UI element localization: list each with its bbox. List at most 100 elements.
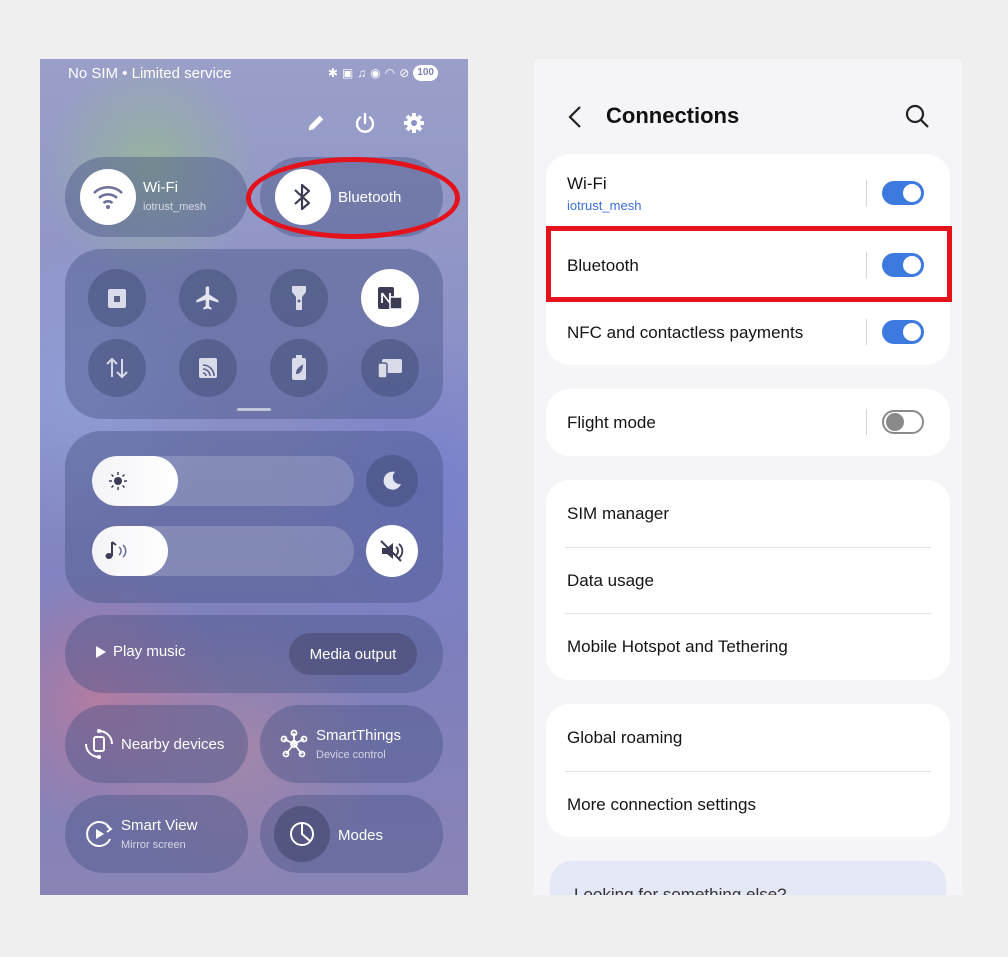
location-icon: ◉: [370, 66, 381, 80]
smart-view-icon: [86, 821, 113, 847]
wifi-row[interactable]: Wi-Fi iotrust_mesh: [546, 154, 950, 224]
sim-data-card: SIM manager Data usage Mobile Hotspot an…: [546, 480, 950, 680]
wifi-tile-subtitle: iotrust_mesh: [143, 201, 206, 213]
play-music-button[interactable]: Play music: [95, 643, 186, 660]
music-note-icon: [105, 541, 127, 559]
settings-button[interactable]: [400, 109, 428, 137]
wifi-network-name: iotrust_mesh: [567, 198, 642, 213]
wifi-tile[interactable]: Wi-Fi iotrust_mesh: [65, 157, 248, 237]
flight-mode-toggle[interactable]: [882, 410, 924, 434]
sliders-panel: [65, 431, 443, 603]
modes-circle: [274, 806, 330, 862]
back-icon: [568, 106, 581, 128]
global-roaming-label: Global roaming: [567, 728, 683, 747]
page-title: Connections: [606, 103, 740, 128]
smart-view-subtitle: Mirror screen: [121, 839, 186, 851]
flashlight-toggle[interactable]: [270, 269, 328, 327]
data-usage-label: Data usage: [567, 571, 654, 590]
toggle-knob: [903, 184, 921, 202]
nfc-toggle[interactable]: [361, 269, 419, 327]
airplane-icon: [196, 286, 219, 310]
cast-toggle[interactable]: [179, 339, 237, 397]
nfc-label: NFC and contactless payments: [567, 323, 804, 342]
nearby-devices-title: Nearby devices: [121, 736, 225, 753]
divider: [866, 180, 867, 206]
search-button[interactable]: [904, 103, 932, 131]
status-carrier-text: No SIM • Limited service: [68, 65, 232, 82]
global-roaming-row[interactable]: Global roaming: [546, 704, 950, 771]
hotspot-row[interactable]: Mobile Hotspot and Tethering: [546, 613, 950, 680]
play-music-label: Play music: [113, 643, 186, 660]
secure-folder-toggle[interactable]: [88, 269, 146, 327]
sound-mode-button[interactable]: [366, 525, 418, 577]
cast-icon: [199, 358, 217, 378]
brightness-icon: [109, 472, 127, 490]
looking-for-card[interactable]: Looking for something else?: [550, 861, 946, 895]
dex-icon: [377, 359, 402, 379]
more-settings-row[interactable]: More connection settings: [546, 771, 950, 837]
wifi-icon: ◠: [384, 66, 396, 80]
data-usage-row[interactable]: Data usage: [546, 547, 950, 613]
nearby-devices-tile[interactable]: Nearby devices: [65, 705, 248, 783]
divider: [866, 319, 867, 345]
more-settings-label: More connection settings: [567, 795, 756, 814]
hotspot-label: Mobile Hotspot and Tethering: [567, 637, 788, 656]
smart-view-circle: [77, 812, 121, 856]
power-icon: [355, 112, 375, 133]
bluetooth-highlight-box: [546, 226, 952, 302]
power-saving-toggle[interactable]: [270, 339, 328, 397]
power-saving-icon: [292, 355, 306, 380]
battery-icon: 100: [413, 65, 438, 81]
bluetooth-highlight-ellipse: [246, 157, 460, 239]
nearby-devices-circle: [77, 722, 121, 766]
smart-view-title: Smart View: [121, 817, 198, 834]
wifi-toggle[interactable]: [882, 181, 924, 205]
dnd-icon: ⊘: [399, 66, 410, 80]
brightness-slider[interactable]: [92, 456, 354, 506]
panel-drag-handle[interactable]: [237, 408, 271, 411]
mute-icon: ♫: [357, 66, 367, 80]
flight-mode-row[interactable]: Flight mode: [546, 389, 950, 456]
nfc-row[interactable]: NFC and contactless payments: [546, 300, 950, 365]
media-output-label: Media output: [309, 645, 397, 663]
secure-folder-icon: [108, 289, 126, 308]
wifi-icon: [93, 186, 123, 209]
nearby-devices-icon: [85, 729, 113, 759]
toggle-knob: [903, 323, 921, 341]
flight-mode-label: Flight mode: [567, 413, 656, 432]
connections-screen: Connections Wi-Fi iotrust_mesh Bluetooth…: [534, 59, 962, 895]
nfc-icon: [378, 287, 403, 310]
quick-panel: No SIM • Limited service ✱ ▣ ♫ ◉ ◠ ⊘ 100…: [40, 59, 468, 895]
sim-manager-row[interactable]: SIM manager: [546, 480, 950, 547]
dex-toggle[interactable]: [361, 339, 419, 397]
smartthings-subtitle: Device control: [316, 749, 386, 761]
quick-toggles-panel: [65, 249, 443, 419]
edit-button[interactable]: [302, 109, 330, 137]
nfc-icon: ▣: [341, 66, 354, 80]
smart-view-tile[interactable]: Smart View Mirror screen: [65, 795, 248, 873]
wifi-label: Wi-Fi: [567, 174, 607, 193]
smartthings-tile[interactable]: SmartThings Device control: [260, 705, 443, 783]
volume-slider[interactable]: [92, 526, 354, 576]
nfc-toggle[interactable]: [882, 320, 924, 344]
bluetooth-icon: ✱: [327, 66, 338, 80]
settings-icon: [404, 113, 424, 133]
media-output-button[interactable]: Media output: [289, 633, 417, 675]
play-icon: [96, 645, 106, 658]
divider: [866, 409, 867, 435]
modes-icon: [290, 822, 314, 846]
back-button[interactable]: [562, 103, 590, 131]
wifi-toggle-circle[interactable]: [80, 169, 136, 225]
wifi-tile-title: Wi-Fi: [143, 179, 178, 196]
power-button[interactable]: [351, 109, 379, 137]
toggle-knob: [886, 413, 904, 431]
smartthings-title: SmartThings: [316, 727, 402, 744]
moon-icon: [383, 471, 401, 490]
modes-tile[interactable]: Modes: [260, 795, 443, 873]
mute-icon: [380, 540, 404, 562]
media-panel: Play music Media output: [65, 615, 443, 693]
mobile-data-toggle[interactable]: [88, 339, 146, 397]
airplane-toggle[interactable]: [179, 269, 237, 327]
dark-mode-button[interactable]: [366, 455, 418, 507]
modes-title: Modes: [338, 827, 384, 844]
